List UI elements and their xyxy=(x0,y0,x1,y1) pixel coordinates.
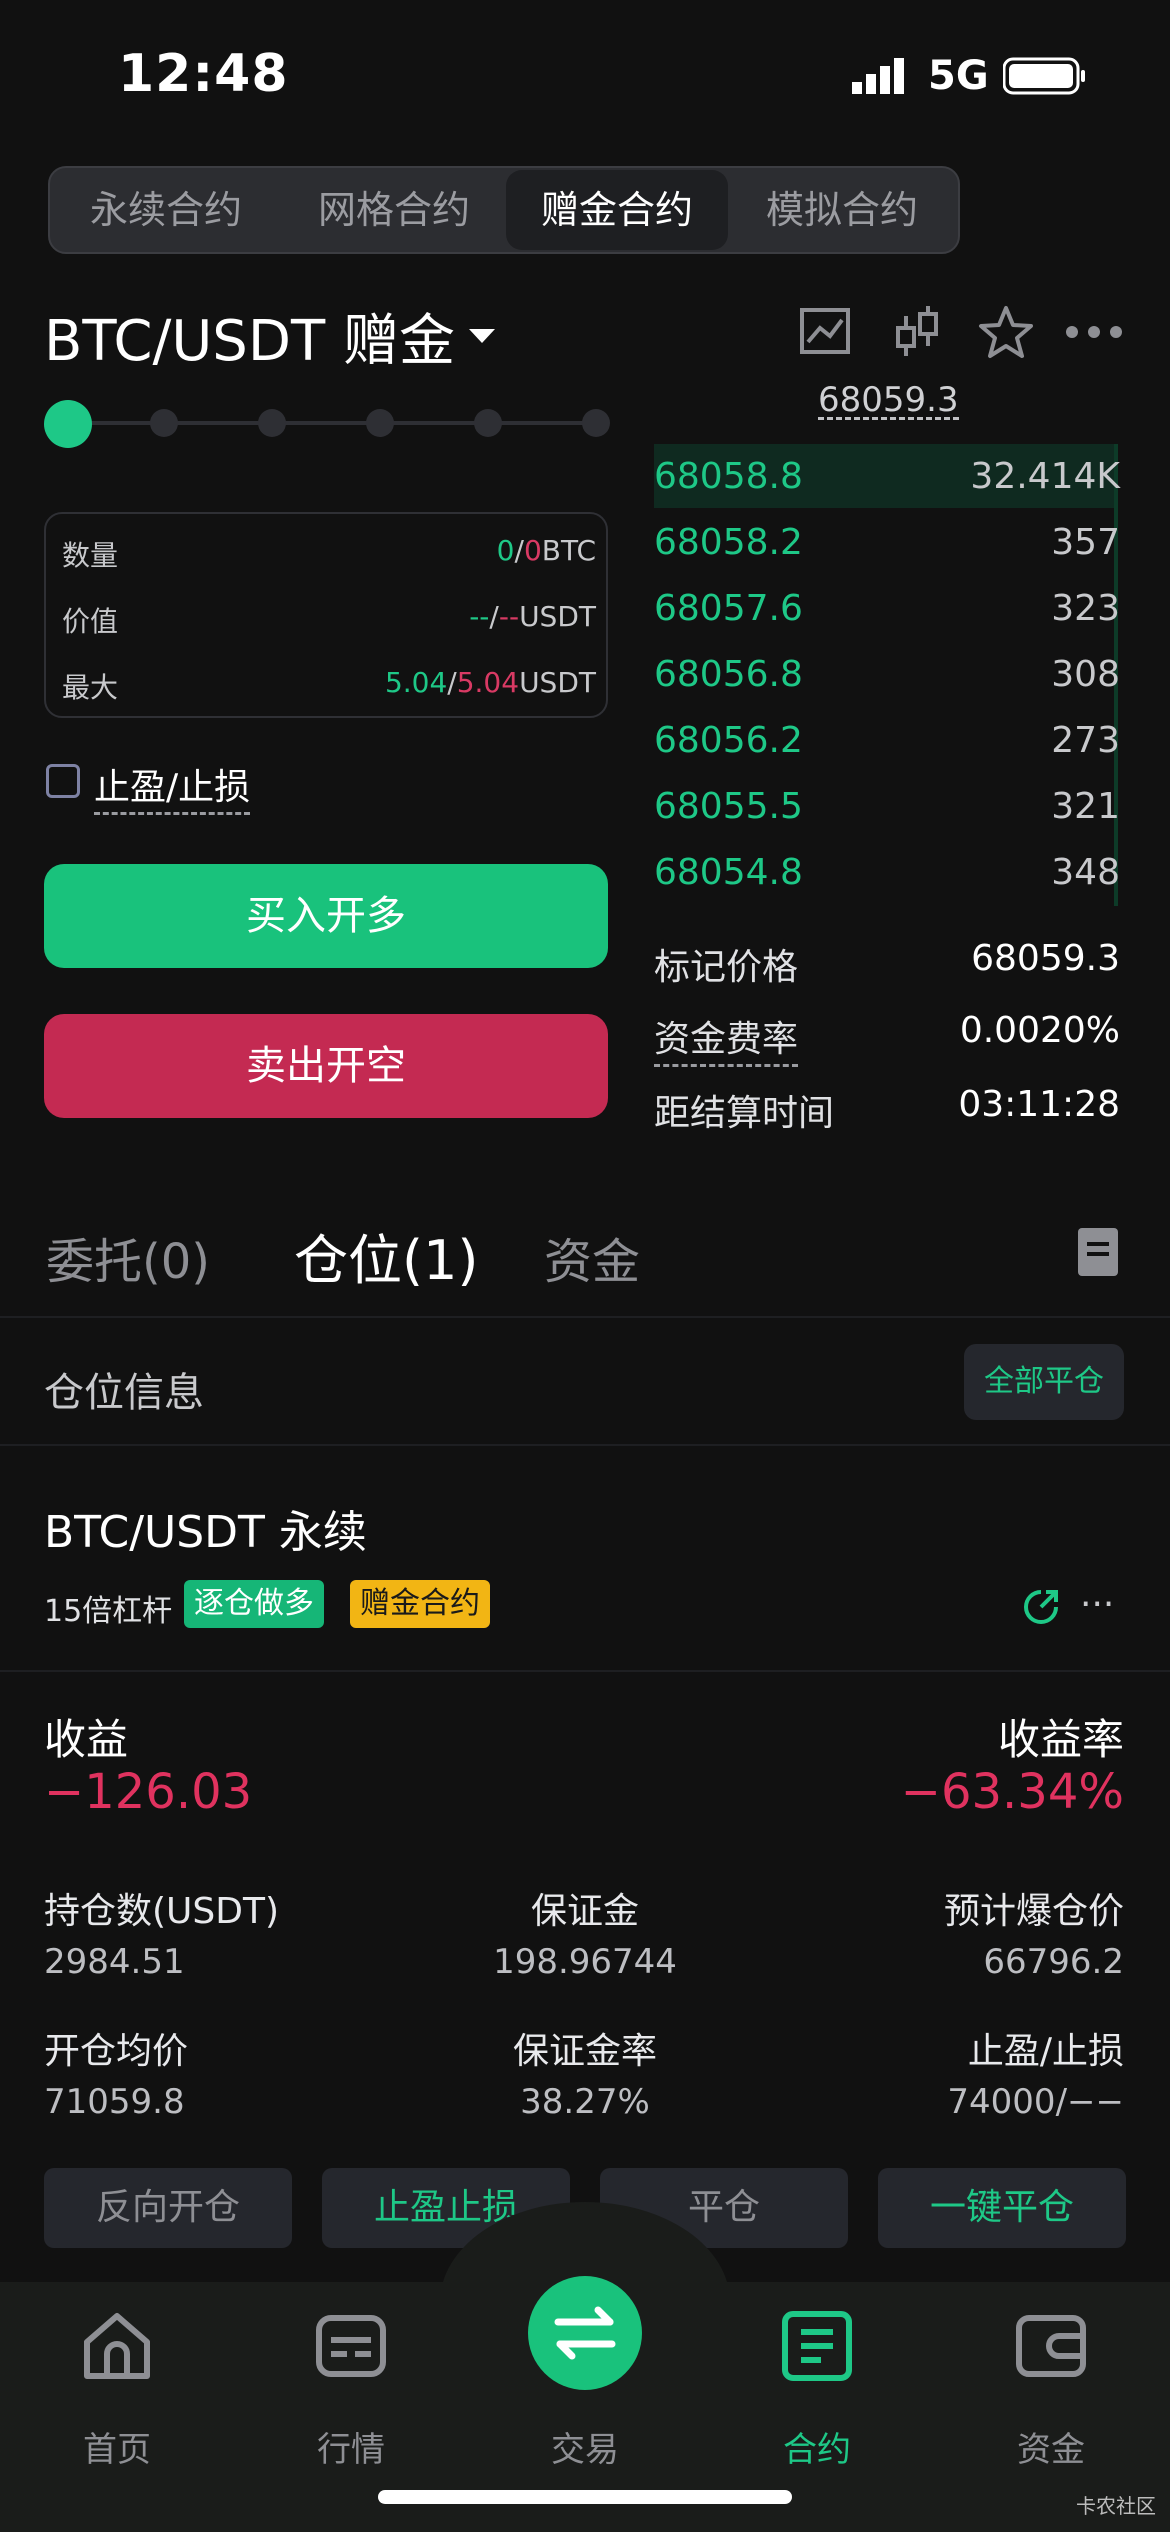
stat-margin: 保证金 198.96744 xyxy=(493,1891,677,1982)
order-info-box: 数量 0/0BTC 价值 --/--USDT 最大 5.04/5.04USDT xyxy=(44,512,608,718)
nav-label-assets: 资金 xyxy=(1017,2430,1085,2470)
stat-position-size: 持仓数(USDT) 2984.51 xyxy=(44,1891,280,1982)
divider xyxy=(0,1670,1170,1672)
orderbook-row[interactable]: 68058.2 357 xyxy=(654,510,1120,576)
slider-step[interactable] xyxy=(150,409,178,437)
sell-short-button[interactable]: 卖出开空 xyxy=(44,1014,608,1118)
battery-icon xyxy=(1002,57,1085,95)
slider-step[interactable] xyxy=(258,409,286,437)
nav-trade-button[interactable] xyxy=(528,2276,642,2390)
orderbook-row[interactable]: 68054.8 348 xyxy=(654,840,1120,906)
orderbook-last-price[interactable]: 68059.3 xyxy=(818,380,959,420)
roi-value: −63.34% xyxy=(900,1764,1124,1820)
leverage-label: 15倍杠杆 xyxy=(44,1594,173,1629)
positions-title: 仓位信息 xyxy=(44,1370,204,1416)
info-row-value: 价值 --/--USDT xyxy=(62,600,596,640)
pair-selector[interactable]: BTC/USDT 赠金 xyxy=(44,296,495,377)
caret-down-icon xyxy=(468,328,495,343)
status-indicators: 5G xyxy=(852,53,1087,99)
document-icon[interactable] xyxy=(1078,1228,1118,1276)
nav-contract[interactable] xyxy=(742,2308,892,2388)
tab-perpetual[interactable]: 永续合约 xyxy=(58,168,274,252)
isolated-long-tag: 逐仓做多 xyxy=(184,1580,324,1628)
buy-long-button[interactable]: 买入开多 xyxy=(44,864,608,968)
chart-icon[interactable] xyxy=(796,302,856,362)
one-click-close-button[interactable]: 一键平仓 xyxy=(878,2168,1126,2248)
info-label: 数量 xyxy=(62,539,119,572)
contract-icon xyxy=(782,2311,852,2381)
divider xyxy=(0,1316,1170,1318)
wallet-icon xyxy=(1016,2315,1086,2377)
close-all-button[interactable]: 全部平仓 xyxy=(964,1344,1124,1420)
tp-sl-label[interactable]: 止盈/止损 xyxy=(94,758,251,815)
orderbook-row[interactable]: 68057.6 323 xyxy=(654,576,1120,642)
reverse-open-button[interactable]: 反向开仓 xyxy=(44,2168,292,2248)
slider-step[interactable] xyxy=(366,409,394,437)
bonus-contract-tag: 赠金合约 xyxy=(350,1580,490,1628)
divider xyxy=(0,1444,1170,1446)
info-row-max: 最大 5.04/5.04USDT xyxy=(62,666,596,706)
stat-margin-ratio: 保证金率 38.27% xyxy=(512,2031,657,2122)
contract-type-tabs: 永续合约 网格合约 赠金合约 模拟合约 xyxy=(48,166,960,254)
network-type: 5G xyxy=(928,53,989,99)
tp-sl-checkbox[interactable] xyxy=(46,764,80,798)
orderbook-row[interactable]: 68056.2 273 xyxy=(654,708,1120,774)
info-value: --/--USDT xyxy=(469,600,596,633)
status-time: 12:48 xyxy=(118,44,289,104)
tab-orders[interactable]: 委托(0) xyxy=(46,1222,210,1292)
slider-step[interactable] xyxy=(582,409,610,437)
nav-market[interactable] xyxy=(276,2308,426,2388)
home-indicator xyxy=(378,2490,792,2504)
star-icon[interactable] xyxy=(976,302,1036,362)
tab-positions[interactable]: 仓位(1) xyxy=(294,1216,479,1295)
nav-label-home: 首页 xyxy=(83,2430,151,2470)
info-label: 价值 xyxy=(62,605,119,638)
more-icon[interactable] xyxy=(1064,302,1124,362)
info-value: 0/0BTC xyxy=(496,534,596,567)
position-symbol[interactable]: BTC/USDT 永续 xyxy=(44,1496,367,1560)
nav-label-contract: 合约 xyxy=(783,2430,851,2470)
orderbook-row[interactable]: 68056.8 308 xyxy=(654,642,1120,708)
slider-knob[interactable] xyxy=(44,400,92,448)
nav-assets[interactable] xyxy=(976,2308,1126,2388)
candlestick-icon[interactable] xyxy=(888,302,948,362)
info-value: 5.04/5.04USDT xyxy=(384,666,596,699)
profit-label: 收益 xyxy=(44,1715,129,1764)
stat-entry-price: 开仓均价 71059.8 xyxy=(44,2031,189,2122)
swap-icon xyxy=(554,2306,616,2360)
info-label: 最大 xyxy=(62,671,119,704)
tab-bonus[interactable]: 赠金合约 xyxy=(506,170,728,250)
pair-title: BTC/USDT 赠金 xyxy=(44,309,455,374)
roi-label: 收益率 xyxy=(997,1715,1124,1764)
orderbook-row[interactable]: 68058.8 32.414K xyxy=(654,444,1120,510)
stat-liquidation-price: 预计爆仓价 66796.2 xyxy=(943,1891,1124,1982)
orderbook-row[interactable]: 68055.5 321 xyxy=(654,774,1120,840)
nav-home[interactable] xyxy=(42,2308,192,2388)
stat-tp-sl: 止盈/止损 74000/−− xyxy=(947,2031,1124,2122)
info-row-quantity: 数量 0/0BTC xyxy=(62,534,596,574)
home-icon xyxy=(84,2313,150,2379)
nav-label-trade: 交易 xyxy=(551,2430,619,2470)
market-icon xyxy=(316,2315,386,2377)
watermark: 卡农社区 xyxy=(1076,2494,1156,2518)
share-icon[interactable] xyxy=(1022,1588,1060,1626)
tab-funds[interactable]: 资金 xyxy=(544,1222,640,1292)
position-more-button[interactable]: ... xyxy=(1080,1574,1114,1615)
tab-grid[interactable]: 网格合约 xyxy=(286,168,502,252)
slider-step[interactable] xyxy=(474,409,502,437)
leverage-slider-track[interactable] xyxy=(66,421,596,425)
profit-value: −126.03 xyxy=(44,1764,253,1820)
tab-demo[interactable]: 模拟合约 xyxy=(734,168,950,252)
signal-icon xyxy=(852,58,904,94)
nav-label-market: 行情 xyxy=(317,2430,385,2470)
